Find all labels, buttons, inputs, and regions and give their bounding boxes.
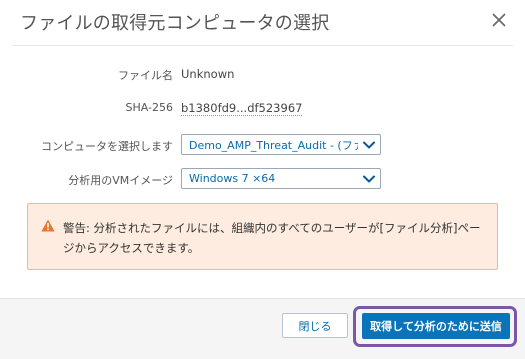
close-button[interactable]: 閉じる <box>282 313 348 338</box>
file-name-value: Unknown <box>181 67 235 81</box>
file-name-label: ファイル名 <box>118 69 173 82</box>
vm-image-select[interactable]: Windows 7 ×64 <box>181 168 381 189</box>
fetch-file-dialog: ファイルの取得元コンピュータの選択 ファイル名 Unknown SHA-256 … <box>0 0 525 359</box>
chevron-down-icon <box>362 172 375 185</box>
computer-select-label: コンピュータを選択します <box>41 140 173 153</box>
fetch-and-submit-button[interactable]: 取得して分析のために送信 <box>362 313 510 339</box>
warning-icon <box>41 219 55 232</box>
warning-box: 警告: 分析されたファイルには、組織内のすべてのユーザーが[ファイル分析]ページ… <box>27 203 498 270</box>
close-dialog-button[interactable] <box>489 10 509 30</box>
sha256-value[interactable]: b1380fd9...df523967 <box>181 101 302 115</box>
dialog-title: ファイルの取得元コンピュータの選択 <box>20 13 330 34</box>
vm-image-label: 分析用のVMイメージ <box>68 174 173 187</box>
warning-message: 分析されたファイルには、組織内のすべてのユーザーが[ファイル分析]ページからアク… <box>63 221 481 255</box>
chevron-down-icon <box>362 138 375 151</box>
warning-prefix: 警告: <box>63 221 90 235</box>
header-divider <box>12 45 513 46</box>
computer-select-value: Demo_AMP_Threat_Audit - (ファ <box>189 138 358 152</box>
close-icon <box>492 13 506 27</box>
sha256-label: SHA-256 <box>125 101 173 114</box>
vm-image-select-value: Windows 7 ×64 <box>189 172 276 185</box>
computer-select[interactable]: Demo_AMP_Threat_Audit - (ファ <box>181 134 381 155</box>
warning-text: 警告: 分析されたファイルには、組織内のすべてのユーザーが[ファイル分析]ページ… <box>63 218 483 258</box>
